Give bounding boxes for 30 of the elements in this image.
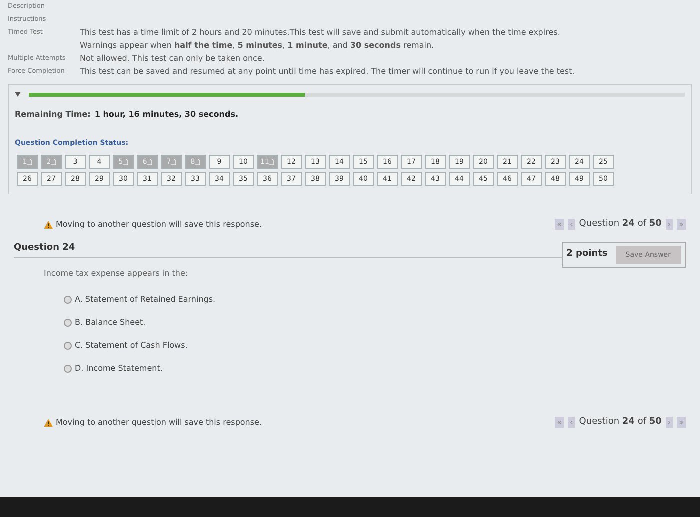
- warning-icon: [44, 418, 53, 427]
- page-icon: [171, 159, 176, 165]
- page-icon: [51, 159, 56, 165]
- option-label[interactable]: A. Statement of Retained Earnings.: [75, 294, 216, 306]
- field-text: Warnings appear when half the time, 5 minutes, 1 minute, and 30 seconds remain.: [80, 40, 436, 52]
- radio-button[interactable]: [64, 319, 72, 327]
- question-title: Question 24: [14, 242, 563, 258]
- page-icon: [147, 159, 152, 165]
- page-icon: [123, 159, 128, 165]
- option-label[interactable]: B. Balance Sheet.: [75, 317, 146, 329]
- warning-text: Moving to another question will save this response.: [56, 416, 262, 429]
- option-label[interactable]: C. Statement of Cash Flows.: [75, 340, 188, 352]
- timer-label: Remaining Time:: [15, 109, 91, 121]
- timer-value: 1 hour, 16 minutes, 30 seconds.: [94, 109, 238, 121]
- field-text: Not allowed. This test can only be taken once.: [80, 53, 265, 65]
- question-prompt: Income tax expense appears in the:: [44, 268, 190, 280]
- radio-button[interactable]: [64, 296, 72, 304]
- question-position: Question 24 of 50: [579, 416, 662, 429]
- warning-icon: [44, 220, 53, 229]
- radio-button[interactable]: [64, 365, 72, 373]
- warning-text: Moving to another question will save this response.: [56, 218, 262, 231]
- page-icon: [195, 159, 200, 165]
- option-label[interactable]: D. Income Statement.: [75, 363, 163, 375]
- field-text: This test can be saved and resumed at any point until time has expired. The timer will continue to run if you leave the test.: [80, 66, 575, 78]
- field-text: This test has a time limit of 2 hours and 20 minutes.This test will save and submit automatically when the time expires.: [80, 27, 560, 39]
- question-position: Question 24 of 50: [579, 218, 662, 231]
- radio-button[interactable]: [64, 342, 72, 350]
- page-icon: [269, 159, 274, 165]
- page-icon: [27, 159, 32, 165]
- points-text: 2 points: [566, 248, 608, 261]
